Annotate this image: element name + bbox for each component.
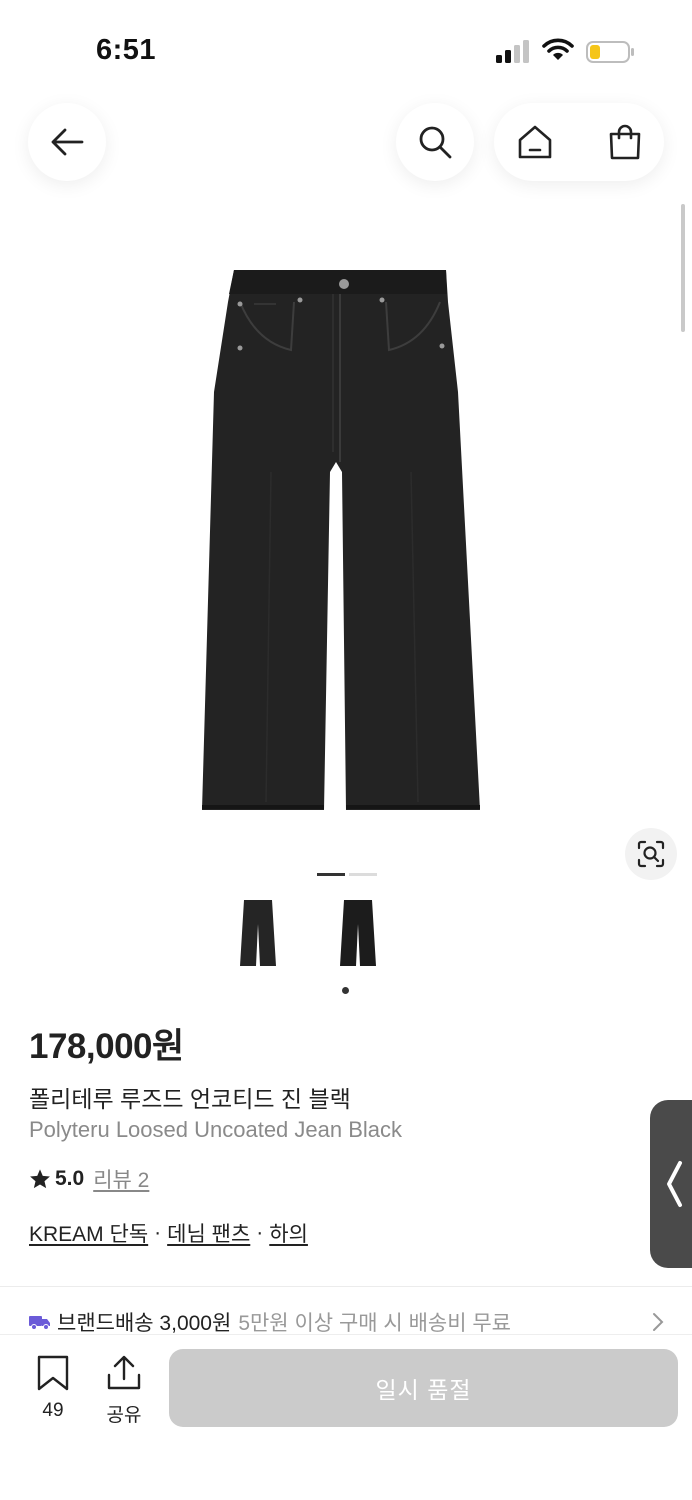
category-breadcrumb: KREAM 단독 · 데님 팬츠 · 하의 [29, 1218, 308, 1248]
scrollbar[interactable] [681, 204, 685, 332]
breadcrumb-separator: · [154, 1221, 162, 1244]
cart-button[interactable] [590, 103, 660, 181]
pager-dot-active [317, 873, 345, 876]
thumbnail-image [340, 900, 376, 966]
soldout-button[interactable]: 일시 품절 [169, 1349, 678, 1427]
battery-icon [586, 41, 634, 63]
search-button[interactable] [396, 103, 474, 181]
bookmark-button[interactable]: 49 [28, 1355, 78, 1422]
thumbnail-image [240, 900, 276, 966]
shipping-note: 5만원 이상 구매 시 배송비 무료 [238, 1312, 512, 1335]
bookmark-icon [37, 1355, 69, 1391]
image-search-button[interactable] [625, 828, 677, 880]
share-button[interactable]: 공유 [100, 1355, 148, 1427]
review-link[interactable]: 리뷰 2 [93, 1164, 149, 1194]
share-icon [107, 1355, 141, 1390]
breadcrumb-link[interactable]: KREAM 단독 [29, 1218, 148, 1248]
pager-dot [349, 873, 377, 876]
truck-icon [29, 1316, 50, 1330]
side-drawer-handle[interactable] [650, 1100, 692, 1268]
search-icon [419, 126, 452, 159]
home-button[interactable] [500, 103, 570, 181]
product-name-ko: 폴리테루 루즈드 언코티드 진 블랙 [29, 1086, 351, 1112]
back-button[interactable] [28, 103, 106, 181]
thumbnail-selected-dot [342, 987, 349, 994]
chevron-left-icon [667, 1161, 682, 1207]
bottom-action-bar: 49 공유 일시 품절 [0, 1334, 692, 1500]
shipping-info-row[interactable]: 브랜드배송 3,000원 5만원 이상 구매 시 배송비 무료 [29, 1307, 669, 1337]
product-price: 178,000원 [29, 1027, 184, 1066]
share-label: 공유 [106, 1405, 142, 1426]
bookmark-count: 49 [42, 1400, 64, 1421]
shopping-bag-icon [609, 124, 641, 160]
breadcrumb-link[interactable]: 데님 팬츠 [167, 1218, 250, 1248]
breadcrumb-separator: · [256, 1221, 264, 1244]
home-icon [518, 125, 552, 159]
shipping-title: 브랜드배송 3,000원 [57, 1312, 232, 1335]
back-arrow-icon [51, 128, 84, 156]
section-divider [0, 1286, 692, 1287]
rating-row: 5.0 리뷰 2 [29, 1164, 149, 1194]
wifi-icon [542, 38, 574, 60]
product-image[interactable] [196, 262, 488, 820]
thumbnail[interactable] [232, 898, 284, 980]
thumbnail-list [232, 898, 384, 980]
rating-score: 5.0 [55, 1167, 85, 1190]
image-pager [317, 873, 377, 877]
status-bar: 6:51 [0, 0, 692, 100]
cellular-signal-icon [496, 40, 529, 63]
image-search-icon [637, 840, 665, 868]
breadcrumb-link[interactable]: 하의 [269, 1218, 308, 1248]
status-time: 6:51 [96, 34, 157, 66]
chevron-right-icon [653, 1313, 664, 1331]
nav-pill [494, 103, 664, 181]
star-icon [30, 1169, 50, 1189]
product-name-en: Polyteru Loosed Uncoated Jean Black [29, 1117, 403, 1142]
thumbnail[interactable] [332, 898, 384, 980]
